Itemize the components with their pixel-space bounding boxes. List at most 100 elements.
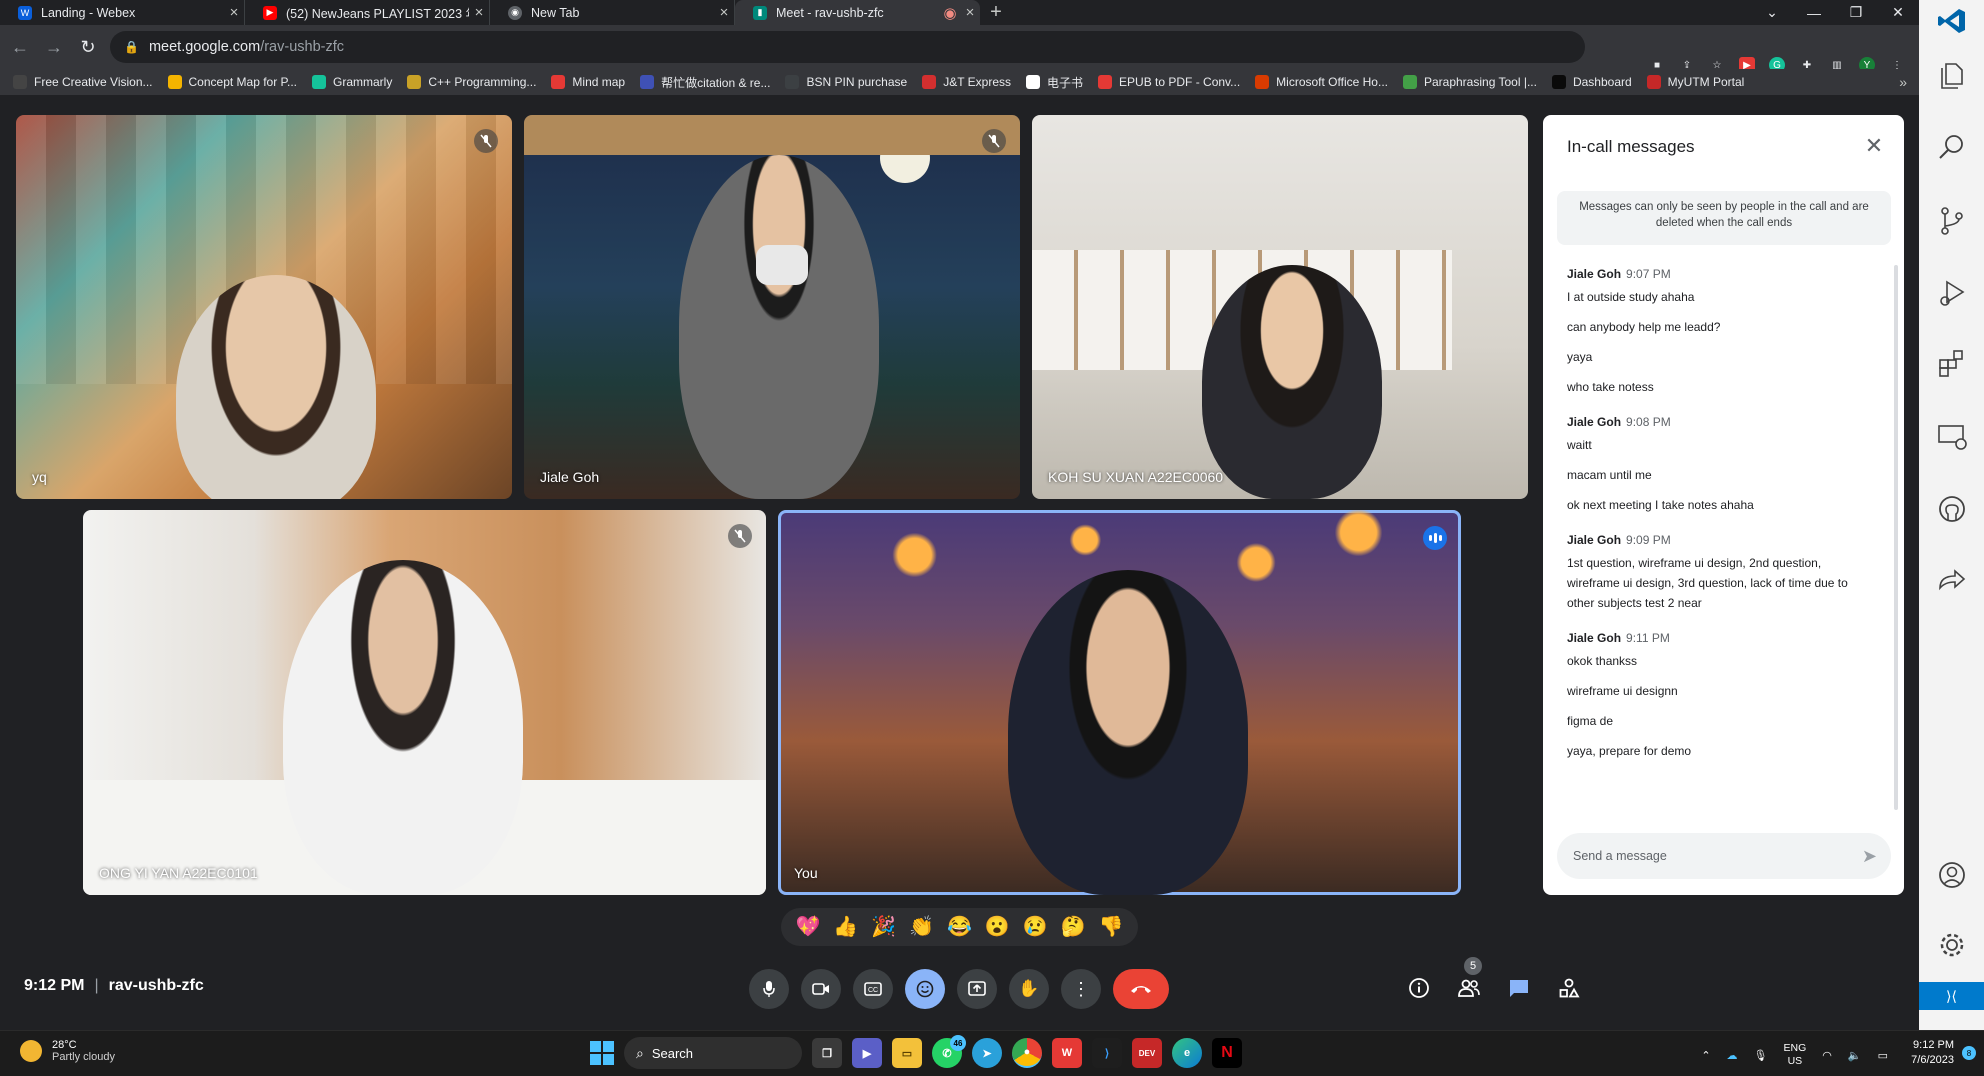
chrome-icon[interactable]: ● [1012,1038,1042,1068]
reaction-emoji-button[interactable]: 💖 [795,917,820,937]
camera-button[interactable] [801,969,841,1009]
bookmark-item[interactable]: Grammarly [312,75,392,89]
weather-widget[interactable]: 28°C Partly cloudy [20,1039,115,1063]
explorer-icon[interactable] [1937,60,1967,90]
bookmark-item[interactable]: J&T Express [922,75,1011,89]
bookmark-item[interactable]: 电子书 [1026,74,1083,91]
back-button[interactable]: ← [6,37,34,58]
chat-button[interactable] [1504,973,1534,1003]
file-explorer-icon[interactable]: ▭ [892,1038,922,1068]
lock-icon[interactable]: 🔒 [124,40,139,54]
netflix-icon[interactable]: N [1212,1038,1242,1068]
taskbar-search[interactable]: ⌕ Search [624,1037,802,1069]
send-message-input[interactable] [1573,849,1833,863]
extensions-icon[interactable] [1937,348,1967,378]
tab-youtube[interactable]: ▶ (52) NewJeans PLAYLIST 2023 年 × [245,0,490,25]
reaction-emoji-button[interactable]: 👎 [1098,917,1123,937]
telegram-icon[interactable]: ➤ [972,1038,1002,1068]
more-options-button[interactable]: ⋮ [1061,969,1101,1009]
close-tab-icon[interactable]: × [714,4,734,21]
whatsapp-icon[interactable]: ✆ 46 [932,1035,966,1068]
bookmark-item[interactable]: Microsoft Office Ho... [1255,75,1388,89]
close-chat-button[interactable]: ✕ [1860,133,1888,159]
bookmark-item[interactable]: Concept Map for P... [167,75,297,89]
teams-chat-icon[interactable]: ▶ [852,1038,882,1068]
bookmark-item[interactable]: BSN PIN purchase [785,75,907,89]
new-tab-button[interactable]: + [980,1,1012,24]
bookmark-item[interactable]: EPUB to PDF - Conv... [1098,75,1240,89]
bookmark-item[interactable]: Paraphrasing Tool |... [1402,75,1537,89]
battery-icon[interactable]: ▭ [1878,1049,1888,1062]
reload-button[interactable]: ↻ [74,37,102,58]
bookmark-item[interactable]: Dashboard [1551,75,1632,89]
github-icon[interactable] [1937,494,1967,524]
close-tab-icon[interactable]: × [224,4,244,21]
close-tab-icon[interactable]: × [960,4,980,21]
live-share-icon[interactable] [1937,566,1967,596]
onedrive-icon[interactable]: ☁ [1727,1049,1738,1062]
minimize-button[interactable]: — [1793,5,1835,21]
reaction-emoji-button[interactable]: 🤔 [1061,917,1086,937]
bookmark-item[interactable]: C++ Programming... [407,75,536,89]
meeting-code[interactable]: rav-ushb-zfc [109,977,204,995]
reaction-emoji-button[interactable]: 😮 [985,917,1010,937]
remote-explorer-icon[interactable] [1937,422,1967,452]
bookmark-item[interactable]: 帮忙做citation & re... [640,74,770,91]
tab-new-tab[interactable]: ◉ New Tab × [490,0,735,25]
bookmark-item[interactable]: Mind map [551,75,625,89]
bookmark-item[interactable]: MyUTM Portal [1646,75,1744,89]
close-window-button[interactable]: ✕ [1877,4,1919,21]
microphone-button[interactable] [749,969,789,1009]
address-bar[interactable]: 🔒 meet.google.com/rav-ushb-zfc [110,31,1585,63]
participant-tile-you[interactable]: You [778,510,1461,895]
reaction-emoji-button[interactable]: 😂 [947,917,972,937]
wps-office-icon[interactable]: W [1052,1038,1082,1068]
task-view-icon[interactable]: ❐ [812,1038,842,1068]
microphone-tray-icon[interactable]: 🎙 [1754,1049,1768,1062]
bookmark-item[interactable]: Free Creative Vision... [13,75,153,89]
captions-button[interactable]: CC [853,969,893,1009]
participant-tile-koh-su-xuan[interactable]: KOH SU XUAN A22EC0060 [1032,115,1528,499]
volume-icon[interactable]: 🔈 [1848,1049,1862,1062]
send-icon[interactable]: ➤ [1862,846,1877,867]
reaction-emoji-button[interactable]: 🎉 [871,917,896,937]
close-tab-icon[interactable]: × [469,4,489,21]
edge-icon[interactable]: e [1172,1038,1202,1068]
run-debug-icon[interactable] [1937,278,1967,308]
bookmark-label: 帮忙做citation & re... [661,75,771,90]
windows-start-icon[interactable] [590,1041,614,1065]
activities-button[interactable] [1554,973,1584,1003]
notification-badge[interactable]: 8 [1962,1046,1976,1060]
reaction-emoji-button[interactable]: 👍 [833,917,858,937]
settings-gear-icon[interactable] [1937,930,1967,960]
webex-icon: W [18,5,32,20]
reaction-emoji-button[interactable]: 😢 [1023,917,1048,937]
wifi-icon[interactable]: ◠ [1822,1049,1832,1062]
leave-call-button[interactable] [1113,969,1169,1009]
meeting-details-button[interactable] [1404,973,1434,1003]
more-bookmarks-icon[interactable]: » [1899,74,1907,90]
raise-hand-button[interactable]: ✋ [1009,969,1049,1009]
language-indicator[interactable]: ENG US [1784,1042,1807,1068]
source-control-icon[interactable] [1937,206,1967,236]
reaction-emoji-button[interactable]: 👏 [909,917,934,937]
tab-meet[interactable]: ▮ Meet - rav-ushb-zfc ◉ × [735,0,980,25]
forward-button[interactable]: → [40,37,68,58]
tab-search-icon[interactable]: ⌄ [1751,4,1793,21]
emoji-reactions-button[interactable] [905,969,945,1009]
participant-tile-ong-yi-yan[interactable]: ONG YI YAN A22EC0101 [83,510,766,895]
people-button[interactable]: 5 [1454,957,1484,1003]
participant-tile-yq[interactable]: yq [16,115,512,499]
restore-button[interactable]: ❐ [1835,4,1877,21]
dev-cpp-icon[interactable]: DEV [1132,1038,1162,1068]
tab-webex[interactable]: W Landing - Webex × [0,0,245,25]
taskbar-clock[interactable]: 9:12 PM 7/6/2023 [1911,1038,1954,1068]
present-screen-button[interactable] [957,969,997,1009]
remote-window-button[interactable]: ⟩⟨ [1919,982,1984,1010]
chat-scrollbar[interactable] [1894,265,1898,810]
accounts-icon[interactable] [1937,860,1967,890]
search-icon[interactable] [1937,132,1967,162]
participant-tile-jiale-goh[interactable]: Jiale Goh [524,115,1020,499]
vscode-icon[interactable]: ⟩ [1092,1038,1122,1068]
show-hidden-icons[interactable]: ⌃ [1701,1049,1710,1062]
